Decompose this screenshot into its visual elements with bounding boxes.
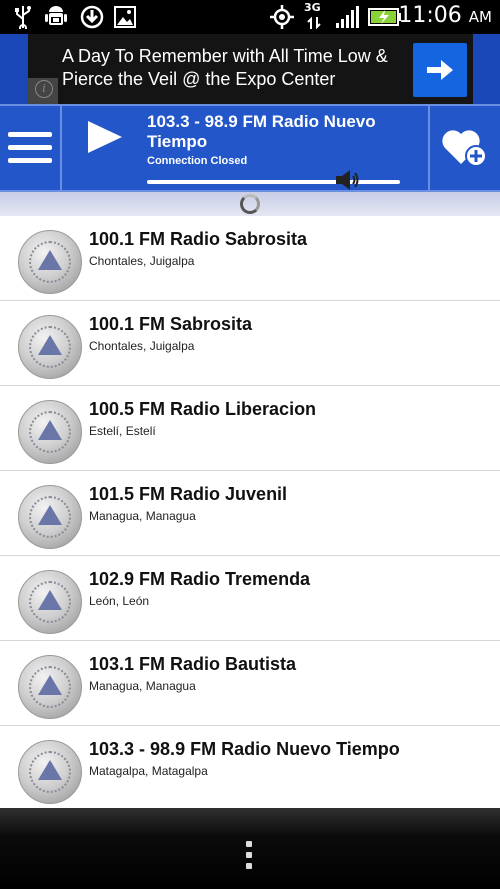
seal-triangle — [38, 590, 62, 610]
seal-triangle — [38, 335, 62, 355]
ad-text: A Day To Remember with All Time Low & Pi… — [62, 46, 388, 89]
battery-charging-icon — [368, 4, 402, 30]
download-icon — [79, 4, 105, 30]
signal-icon — [334, 4, 360, 30]
usb-icon — [12, 4, 34, 30]
station-region: Chontales — [89, 339, 144, 353]
station-city: León — [122, 594, 150, 608]
station-location: Chontales, Juigalpa — [89, 339, 195, 353]
station-location: Managua, Managua — [89, 509, 196, 523]
station-location: Estelí, Estelí — [89, 424, 156, 438]
station-city: Managua — [145, 679, 196, 693]
app-screen: 3G 11:06 AM A Day To Remember with All T… — [0, 0, 500, 889]
list-item[interactable]: 101.5 FM Radio Juvenil Managua, Managua — [0, 471, 500, 556]
station-city: Matagalpa — [151, 764, 208, 778]
list-item[interactable]: 102.9 FM Radio Tremenda León, León — [0, 556, 500, 641]
arrow-right-icon — [427, 60, 453, 80]
station-region: Estelí — [89, 424, 120, 438]
now-playing-title: 103.3 - 98.9 FM Radio Nuevo Tiempo — [147, 112, 376, 151]
gps-icon — [268, 4, 296, 30]
player-bar: 103.3 - 98.9 FM Radio Nuevo Tiempo Conne… — [0, 104, 500, 192]
android-debug-icon — [44, 4, 68, 30]
station-name: 101.5 FM Radio Juvenil — [89, 484, 288, 504]
image-icon — [113, 4, 137, 30]
station-city: Managua — [145, 509, 196, 523]
status-bar: 3G 11:06 AM — [0, 0, 500, 34]
station-location: Chontales, Juigalpa — [89, 254, 195, 268]
station-name: 103.1 FM Radio Bautista — [89, 654, 297, 674]
network-type-label: 3G — [304, 1, 321, 14]
bottom-navbar — [0, 808, 500, 889]
add-favorite-button[interactable] — [428, 106, 500, 190]
seal-triangle — [38, 250, 62, 270]
hamburger-line — [8, 158, 52, 163]
volume-slider[interactable] — [147, 180, 400, 184]
menu-button[interactable] — [0, 106, 62, 190]
station-name: 102.9 FM Radio Tremenda — [89, 569, 311, 589]
overflow-menu-icon[interactable] — [246, 841, 252, 874]
list-item[interactable]: 100.1 FM Radio Sabrosita Chontales, Juiga… — [0, 216, 500, 301]
loading-spinner-icon — [240, 194, 260, 214]
list-item[interactable]: 100.1 FM Sabrosita Chontales, Juigalpa — [0, 301, 500, 386]
hamburger-line — [8, 145, 52, 150]
station-region: Matagalpa — [89, 764, 146, 778]
speaker-icon — [335, 170, 359, 190]
list-item[interactable]: 100.5 FM Radio Liberacion Estelí, Estelí — [0, 386, 500, 471]
station-city: Juigalpa — [149, 254, 195, 268]
station-logo — [18, 655, 82, 719]
ad-open-button[interactable] — [413, 43, 467, 97]
play-button[interactable] — [64, 106, 144, 190]
ad-content[interactable]: A Day To Remember with All Time Low & Pi… — [28, 34, 473, 104]
list-item[interactable]: 103.1 FM Radio Bautista Managua, Managua — [0, 641, 500, 726]
station-logo — [18, 315, 82, 379]
seal-triangle — [38, 760, 62, 780]
station-name: 100.5 FM Radio Liberacion — [89, 399, 317, 419]
station-city: Juigalpa — [149, 339, 195, 353]
station-list[interactable]: 100.1 FM Radio Sabrosita Chontales, Juiga… — [0, 216, 500, 811]
play-icon — [88, 121, 122, 153]
station-location: León, León — [89, 594, 150, 608]
loading-strip — [0, 192, 500, 216]
station-region: Managua — [89, 509, 140, 523]
station-name: 103.3 - 98.9 FM Radio Nuevo Tiempo — [89, 739, 400, 759]
seal-triangle — [38, 420, 62, 440]
ad-banner[interactable]: A Day To Remember with All Time Low & Pi… — [0, 34, 500, 104]
station-region: Chontales — [89, 254, 144, 268]
data-arrows-icon — [302, 14, 326, 32]
ad-info-icon[interactable]: i — [35, 80, 53, 98]
seal-triangle — [38, 675, 62, 695]
hamburger-menu-icon — [8, 132, 52, 137]
station-name: 100.1 FM Radio Sabrosita — [89, 229, 308, 249]
station-logo — [18, 400, 82, 464]
station-region: Managua — [89, 679, 140, 693]
station-logo — [18, 485, 82, 549]
station-region: León — [89, 594, 116, 608]
station-logo — [18, 570, 82, 634]
station-logo — [18, 230, 82, 294]
seal-triangle — [38, 505, 62, 525]
status-time: 11:06 AM — [398, 3, 492, 28]
list-item[interactable]: 103.3 - 98.9 FM Radio Nuevo Tiempo Mataga… — [0, 726, 500, 811]
station-location: Managua, Managua — [89, 679, 196, 693]
station-name: 100.1 FM Sabrosita — [89, 314, 253, 334]
connection-status: Connection Closed — [147, 155, 248, 167]
station-location: Matagalpa, Matagalpa — [89, 764, 208, 778]
add-favorite-icon — [442, 130, 487, 167]
station-city: Estelí — [125, 424, 156, 438]
station-logo — [18, 740, 82, 804]
